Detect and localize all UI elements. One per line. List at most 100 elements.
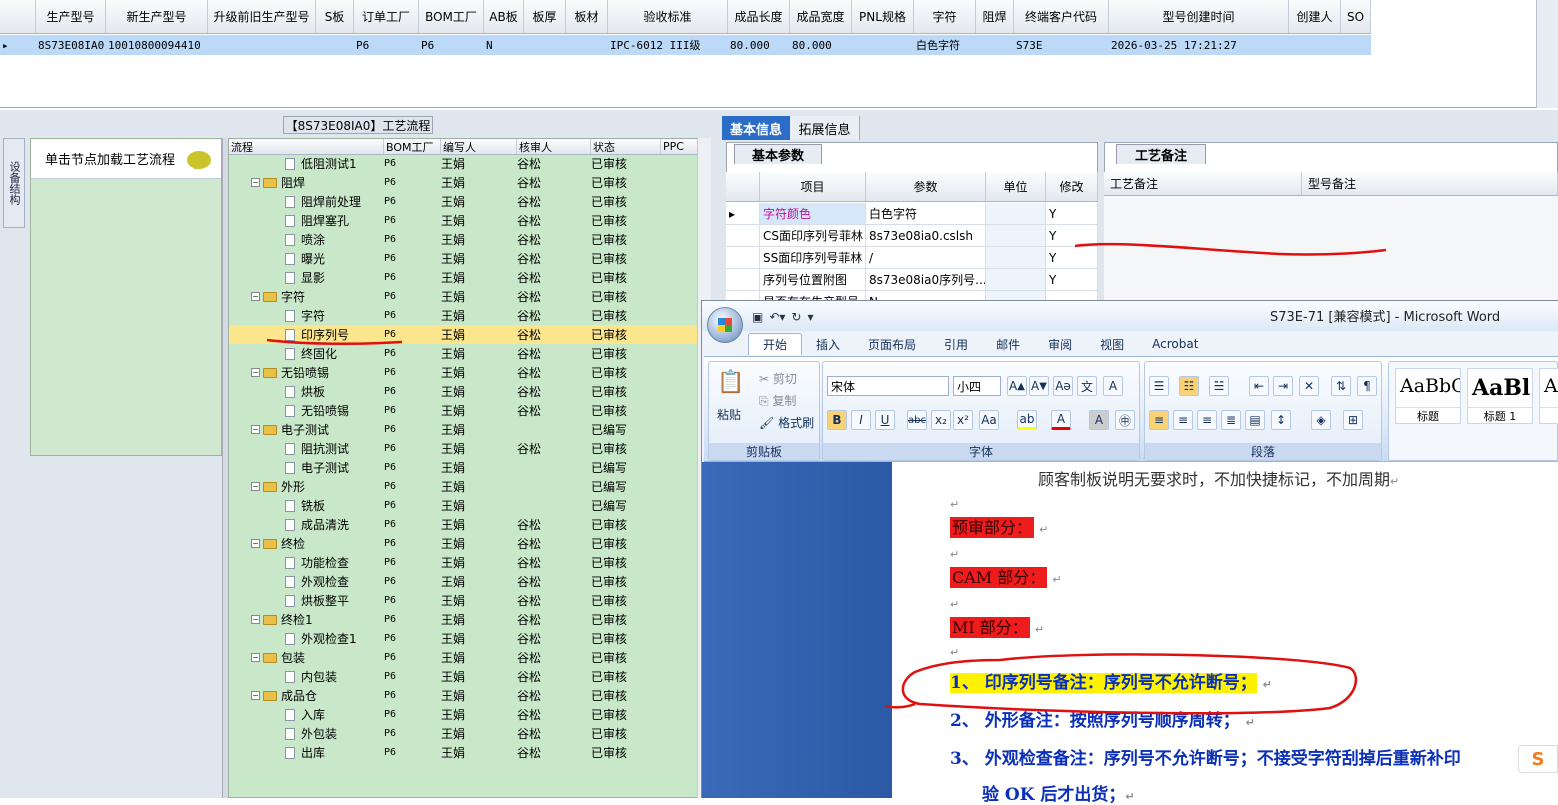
tree-row[interactable]: 烘板 P6 王娟 谷松 已审核 (229, 382, 697, 401)
paste-button[interactable]: 粘贴 (717, 406, 741, 423)
column-header[interactable]: BOM工厂 (419, 0, 484, 33)
char-shading-icon[interactable]: A (1089, 410, 1109, 430)
param-column-header[interactable]: 单位 (986, 172, 1046, 201)
ribbon-tab-2[interactable]: 页面布局 (854, 333, 930, 355)
tree-row[interactable]: 烘板整平 P6 王娟 谷松 已审核 (229, 591, 697, 610)
collapse-icon[interactable]: − (251, 425, 260, 434)
tree-row[interactable]: − 电子测试 P6 王娟 已编写 (229, 420, 697, 439)
ribbon-tab-1[interactable]: 插入 (802, 333, 854, 355)
collapse-icon[interactable]: − (251, 615, 260, 624)
grid-scrollbar[interactable] (1536, 0, 1558, 108)
tree-column-header[interactable]: 编写人 (441, 139, 517, 154)
tree-row[interactable]: 内包装 P6 王娟 谷松 已审核 (229, 667, 697, 686)
param-column-header[interactable]: 项目 (760, 172, 866, 201)
format-painter-button[interactable]: 🖌 格式刷 (759, 414, 814, 431)
style-swatch[interactable]: AaBl 标题 1 (1467, 368, 1533, 424)
underline-icon[interactable]: U (875, 410, 895, 430)
align-center-icon[interactable]: ≡ (1173, 410, 1193, 430)
decrease-indent-icon[interactable]: ⇤ (1249, 376, 1269, 396)
paste-icon[interactable]: 📋 (717, 370, 744, 395)
vertical-tab-equipment[interactable]: 设备结构 (3, 138, 25, 228)
param-row[interactable]: ▸ 字符颜色 白色字符 Y (726, 203, 1098, 225)
tree-row[interactable]: 喷涂 P6 王娟 谷松 已审核 (229, 230, 697, 249)
param-column-header[interactable]: 参数 (866, 172, 986, 201)
param-row[interactable]: CS面印序列号菲林 8s73e08ia0.cslsh Y (726, 225, 1098, 247)
shrink-font-icon[interactable]: A ▼ (1029, 376, 1049, 396)
column-header[interactable]: 验收标准 (608, 0, 728, 33)
cut-button[interactable]: ✂ 剪切 (759, 370, 797, 387)
model-grid-row[interactable]: ▸ 8S73E08IA0 10010800094410 P6 P6 N IPC-6012 I… (0, 35, 1371, 55)
tree-row[interactable]: − 无铅喷锡 P6 王娟 谷松 已审核 (229, 363, 697, 382)
collapse-icon[interactable]: − (251, 368, 260, 377)
tree-column-header[interactable]: 流程 (229, 139, 384, 154)
ribbon-tab-0[interactable]: 开始 (748, 333, 803, 355)
column-header[interactable]: 创建人 (1289, 0, 1341, 33)
tab-basic-params[interactable]: 基本参数 (734, 144, 822, 164)
font-size-select[interactable]: 小四 (953, 376, 1001, 396)
tree-row[interactable]: 阻抗测试 P6 王娟 谷松 已审核 (229, 439, 697, 458)
distributed-icon[interactable]: ▤ (1245, 410, 1265, 430)
tree-row[interactable]: − 阻焊 P6 王娟 谷松 已审核 (229, 173, 697, 192)
tree-row[interactable]: 无铅喷锡 P6 王娟 谷松 已审核 (229, 401, 697, 420)
save-icon[interactable]: ▣ (752, 310, 763, 324)
shading-icon[interactable]: ◈ (1311, 410, 1331, 430)
tree-row[interactable]: 低阻测试1 P6 王娟 谷松 已审核 (229, 154, 697, 173)
column-header[interactable]: 生产型号 (36, 0, 106, 33)
tree-row[interactable]: 曝光 P6 王娟 谷松 已审核 (229, 249, 697, 268)
tree-row[interactable]: 字符 P6 王娟 谷松 已审核 (229, 306, 697, 325)
column-header[interactable] (0, 0, 36, 33)
column-header[interactable]: 成品宽度 (790, 0, 852, 33)
tree-row[interactable]: 显影 P6 王娟 谷松 已审核 (229, 268, 697, 287)
tree-row[interactable]: 终固化 P6 王娟 谷松 已审核 (229, 344, 697, 363)
sort-icon[interactable]: ⇅ (1331, 376, 1351, 396)
customize-qat-icon[interactable]: ▾ (807, 310, 813, 324)
clear-format-icon[interactable]: Aə (1053, 376, 1073, 396)
column-header[interactable]: 订单工厂 (354, 0, 419, 33)
tree-row[interactable]: 印序列号 P6 王娟 谷松 已审核 (229, 325, 697, 344)
italic-icon[interactable]: I (851, 410, 871, 430)
tree-row[interactable]: 外观检查1 P6 王娟 谷松 已审核 (229, 629, 697, 648)
line-spacing-icon[interactable]: ↕ (1271, 410, 1291, 430)
tree-row[interactable]: 电子测试 P6 王娟 已编写 (229, 458, 697, 477)
column-header[interactable]: 终端客户代码 (1014, 0, 1109, 33)
undo-icon[interactable]: ↶▾ (769, 310, 785, 324)
subscript-icon[interactable]: x₂ (931, 410, 951, 430)
ime-badge[interactable]: S (1518, 745, 1558, 773)
font-family-select[interactable]: 宋体 (827, 376, 949, 396)
tree-row[interactable]: − 成品仓 P6 王娟 谷松 已审核 (229, 686, 697, 705)
tree-row[interactable]: − 包装 P6 王娟 谷松 已审核 (229, 648, 697, 667)
justify-icon[interactable]: ≣ (1221, 410, 1241, 430)
tree-row[interactable]: − 终检 P6 王娟 谷松 已审核 (229, 534, 697, 553)
increase-indent-icon[interactable]: ⇥ (1273, 376, 1293, 396)
param-column-header[interactable] (726, 172, 760, 201)
column-header[interactable]: 成品长度 (728, 0, 790, 33)
notes-body[interactable] (1104, 196, 1558, 306)
column-header[interactable]: 型号创建时间 (1109, 0, 1289, 33)
tree-row[interactable]: 外观检查 P6 王娟 谷松 已审核 (229, 572, 697, 591)
tree-row[interactable]: − 终检1 P6 王娟 谷松 已审核 (229, 610, 697, 629)
column-header[interactable]: 字符 (914, 0, 976, 33)
collapse-icon[interactable]: − (251, 691, 260, 700)
collapse-icon[interactable]: − (251, 539, 260, 548)
collapse-icon[interactable]: − (251, 482, 260, 491)
style-swatch[interactable]: AaBbC 标题 (1395, 368, 1461, 424)
column-header[interactable]: 升级前旧生产型号 (208, 0, 316, 33)
tab-extended-info[interactable]: 拓展信息 (790, 116, 860, 140)
column-header[interactable]: S板 (316, 0, 354, 33)
redo-icon[interactable]: ↻ (791, 310, 801, 324)
tree-column-header[interactable]: 核审人 (517, 139, 591, 154)
collapse-icon[interactable]: − (251, 292, 260, 301)
tree-row[interactable]: 阻焊塞孔 P6 王娟 谷松 已审核 (229, 211, 697, 230)
collapse-icon[interactable]: − (251, 653, 260, 662)
strikethrough-icon[interactable]: abc (907, 410, 927, 430)
ribbon-tab-5[interactable]: 审阅 (1034, 333, 1086, 355)
tree-row[interactable]: − 外形 P6 王娟 已编写 (229, 477, 697, 496)
grow-font-icon[interactable]: A ▲ (1007, 376, 1027, 396)
column-header[interactable]: AB板 (484, 0, 524, 33)
align-right-icon[interactable]: ≡ (1197, 410, 1217, 430)
char-border-icon[interactable]: A (1103, 376, 1123, 396)
column-header[interactable]: PNL规格 (852, 0, 914, 33)
column-header[interactable]: 阻焊 (976, 0, 1014, 33)
tree-column-header[interactable]: BOM工厂 (384, 139, 441, 154)
column-header[interactable]: SO (1341, 0, 1371, 33)
